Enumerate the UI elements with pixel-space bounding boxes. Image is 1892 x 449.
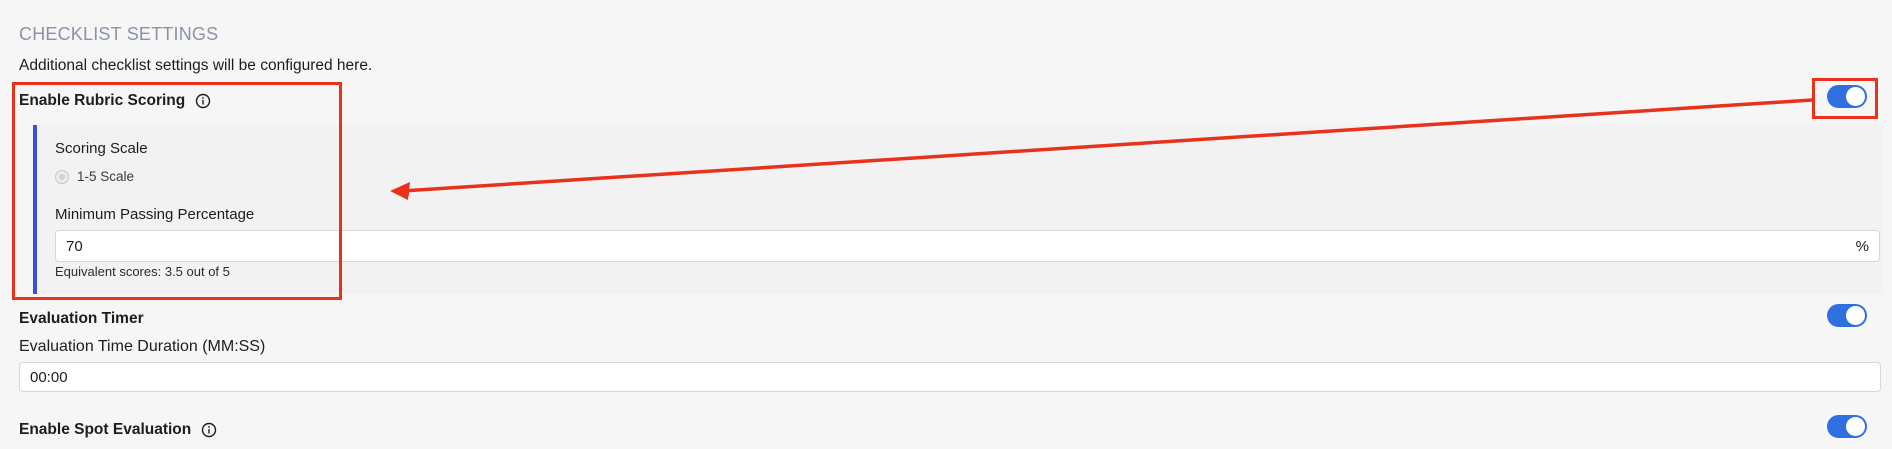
annotation-arrow — [390, 98, 1813, 200]
